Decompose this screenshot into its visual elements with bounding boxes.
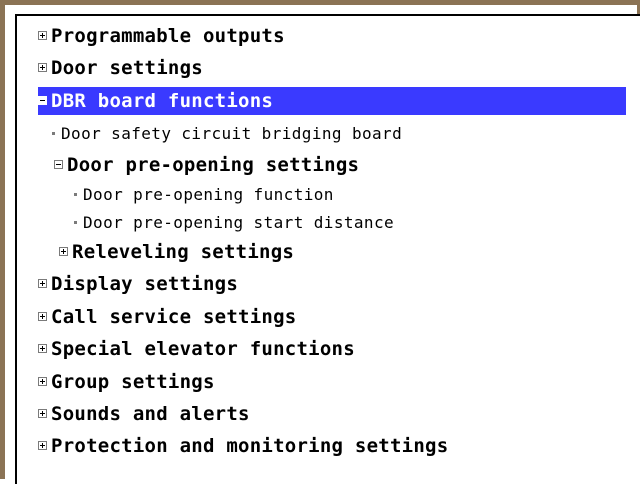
tree-item-label: Programmable outputs xyxy=(51,25,285,47)
tree-item-programmable-outputs[interactable]: Programmable outputs xyxy=(38,22,285,50)
tree-item-label: Door pre-opening function xyxy=(83,185,334,204)
tree-item-label: Door pre-opening settings xyxy=(67,154,360,176)
window-frame: Programmable outputs Door settings DBR b… xyxy=(0,0,640,484)
expand-plus-icon[interactable] xyxy=(38,344,47,353)
expand-plus-icon[interactable] xyxy=(59,247,68,256)
tree-item-releveling-settings[interactable]: Releveling settings xyxy=(59,238,294,266)
tree-item-protection-and-monitoring-settings[interactable]: Protection and monitoring settings xyxy=(38,432,448,460)
bullet-icon xyxy=(52,132,55,135)
expand-plus-icon[interactable] xyxy=(38,63,47,72)
tree-item-special-elevator-functions[interactable]: Special elevator functions xyxy=(38,335,355,363)
bullet-icon xyxy=(74,221,77,224)
collapse-minus-icon[interactable] xyxy=(38,96,47,105)
tree-item-door-settings[interactable]: Door settings xyxy=(38,54,203,82)
expand-plus-icon[interactable] xyxy=(38,409,47,418)
tree-item-sounds-and-alerts[interactable]: Sounds and alerts xyxy=(38,400,250,428)
expand-plus-icon[interactable] xyxy=(38,31,47,40)
tree-item-dbr-board-functions[interactable]: DBR board functions xyxy=(38,87,626,115)
tree-item-label: Special elevator functions xyxy=(51,338,355,360)
tree-item-group-settings[interactable]: Group settings xyxy=(38,368,215,396)
tree-item-door-pre-opening-settings[interactable]: Door pre-opening settings xyxy=(54,151,359,179)
expand-plus-icon[interactable] xyxy=(38,279,47,288)
tree-item-label: Display settings xyxy=(51,273,239,295)
tree-item-label: DBR board functions xyxy=(51,90,274,112)
expand-plus-icon[interactable] xyxy=(38,377,47,386)
expand-plus-icon[interactable] xyxy=(38,312,47,321)
tree-item-label: Protection and monitoring settings xyxy=(51,435,449,457)
tree-item-label: Releveling settings xyxy=(72,241,295,263)
tree-item-call-service-settings[interactable]: Call service settings xyxy=(38,303,296,331)
tree-item-label: Door pre-opening start distance xyxy=(83,213,395,232)
tree-item-label: Sounds and alerts xyxy=(51,403,250,425)
tree-item-label: Group settings xyxy=(51,371,215,393)
tree-leaf-door-pre-opening-function[interactable]: Door pre-opening function xyxy=(74,181,334,209)
tree-item-label: Door settings xyxy=(51,57,203,79)
collapse-minus-icon[interactable] xyxy=(54,160,63,169)
tree-item-label: Door safety circuit bridging board xyxy=(61,124,403,143)
bullet-icon xyxy=(74,193,77,196)
tree-item-label: Call service settings xyxy=(51,306,297,328)
tree-leaf-door-safety-circuit-bridging-board[interactable]: Door safety circuit bridging board xyxy=(52,120,402,148)
tree-item-display-settings[interactable]: Display settings xyxy=(38,270,238,298)
tree-leaf-door-pre-opening-start-distance[interactable]: Door pre-opening start distance xyxy=(74,209,394,237)
expand-plus-icon[interactable] xyxy=(38,441,47,450)
settings-tree-view: Programmable outputs Door settings DBR b… xyxy=(15,14,640,484)
